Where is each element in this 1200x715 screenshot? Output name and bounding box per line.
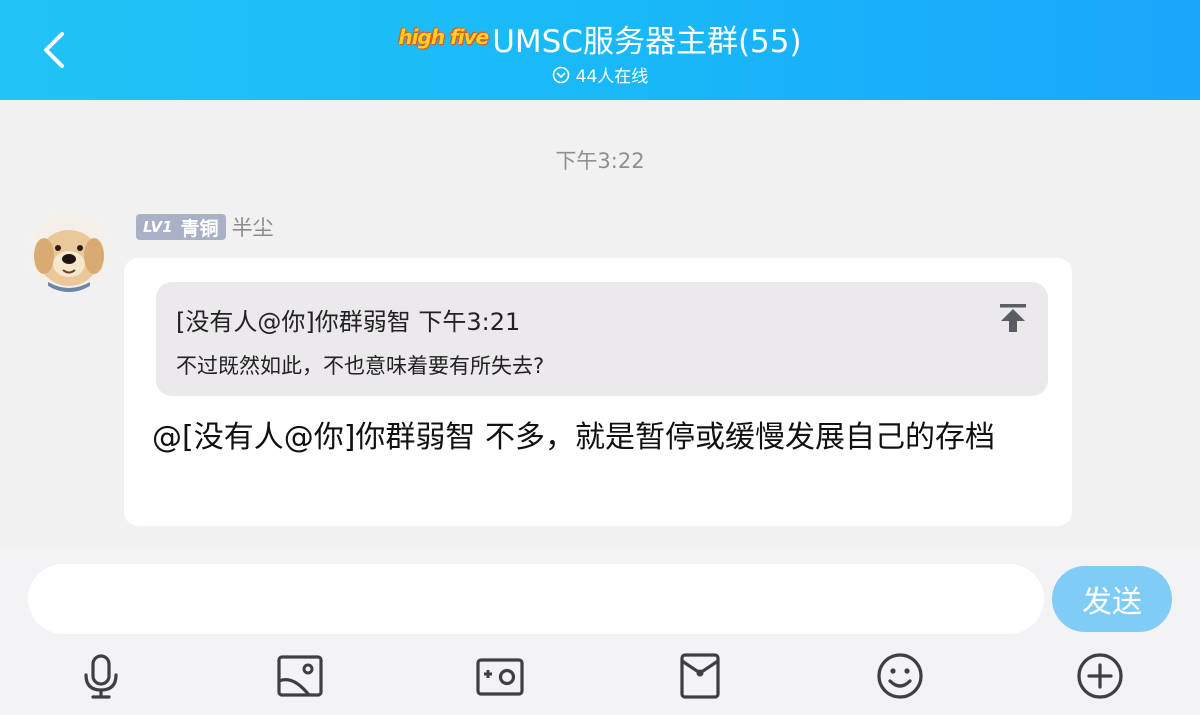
red-packet-icon [680, 653, 720, 699]
online-count: 44人在线 [575, 67, 649, 87]
red-packet-button[interactable] [675, 651, 725, 701]
dog-avatar-image [30, 212, 108, 292]
voice-button[interactable] [76, 651, 126, 701]
sender-info: LV1 青铜 半尘 [136, 213, 274, 241]
message-bubble[interactable]: [没有人@你]你群弱智 下午3:21 不过既然如此，不也意味着要有所失去? @[… [124, 258, 1072, 526]
chevron-down-circle-icon [552, 66, 569, 83]
plus-icon [1077, 653, 1123, 699]
camera-icon [476, 658, 524, 696]
more-button[interactable] [1075, 651, 1125, 701]
level-label: LV1 [143, 218, 173, 236]
group-logo: high five [398, 24, 489, 49]
quote-header: [没有人@你]你群弱智 下午3:21 [176, 308, 521, 336]
emoji-icon [877, 653, 923, 699]
avatar[interactable] [30, 212, 108, 292]
image-button[interactable] [275, 651, 325, 701]
message-input[interactable] [28, 564, 1044, 634]
microphone-icon [84, 654, 118, 699]
sender-name[interactable]: 半尘 [232, 212, 274, 242]
level-badge: LV1 青铜 [136, 214, 226, 240]
quote-text: 不过既然如此，不也意味着要有所失去? [176, 354, 545, 378]
image-icon [277, 655, 323, 697]
chat-header: high five UMSC服务器主群(55) 44人在线 [0, 0, 1200, 100]
online-status[interactable]: 44人在线 [0, 62, 1200, 87]
input-bar: 发送 [0, 548, 1200, 715]
message-timestamp: 下午3:22 [555, 149, 645, 173]
rank-label: 青铜 [180, 217, 219, 240]
jump-up-icon [1000, 304, 1026, 332]
group-title[interactable]: UMSC服务器主群(55) [492, 16, 801, 61]
jump-to-original-button[interactable] [998, 302, 1028, 334]
quoted-message[interactable]: [没有人@你]你群弱智 下午3:21 不过既然如此，不也意味着要有所失去? [156, 282, 1048, 396]
send-button[interactable]: 发送 [1052, 566, 1172, 632]
emoji-button[interactable] [875, 651, 925, 701]
camera-button[interactable] [475, 651, 525, 701]
message-text: @[没有人@你]你群弱智 不多，就是暂停或缓慢发展自己的存档 [152, 420, 995, 455]
